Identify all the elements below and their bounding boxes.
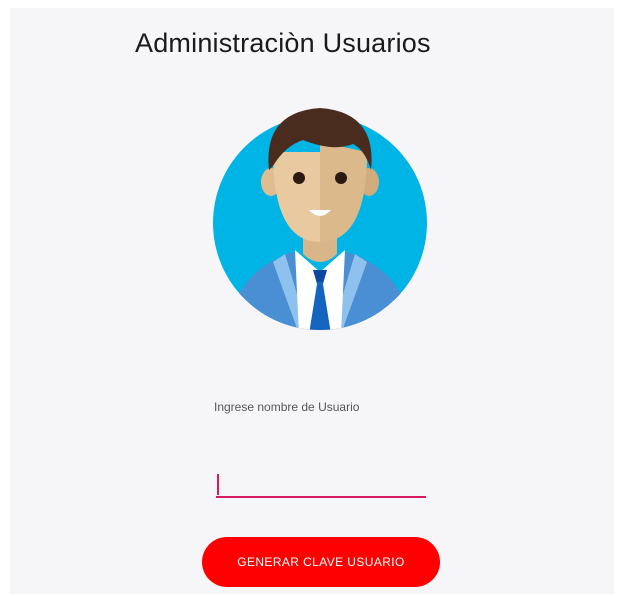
generate-password-button[interactable]: GENERAR CLAVE USUARIO — [202, 537, 440, 587]
username-input[interactable] — [216, 470, 426, 498]
page-title: Administraciòn Usuarios — [135, 28, 431, 58]
app-screen: Administraciòn Usuarios Ingrese nombre d… — [10, 8, 614, 594]
user-avatar-icon — [213, 108, 427, 330]
text-cursor — [217, 474, 219, 495]
username-label: Ingrese nombre de Usuario — [214, 400, 360, 414]
